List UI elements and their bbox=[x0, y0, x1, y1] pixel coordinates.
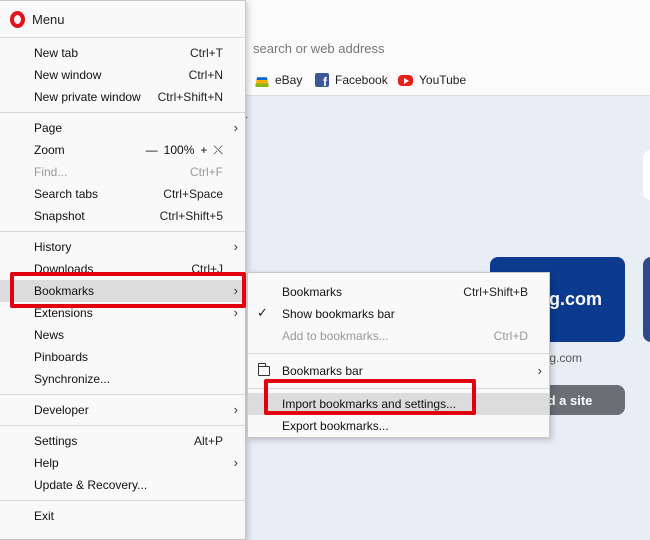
menu-item-settings[interactable]: Settings Alt+P bbox=[0, 430, 245, 452]
bookmark-ebay[interactable]: eBay bbox=[255, 72, 302, 88]
menu-item-developer[interactable]: Developer › bbox=[0, 399, 245, 421]
chevron-right-icon: › bbox=[233, 239, 238, 254]
menu-item-exit[interactable]: Exit bbox=[0, 505, 245, 527]
menu-item-label: Developer bbox=[34, 403, 89, 417]
opera-logo-icon bbox=[10, 10, 25, 28]
menu-item-label: New private window bbox=[34, 90, 141, 104]
youtube-icon bbox=[398, 74, 413, 86]
menu-item-label: News bbox=[34, 328, 65, 342]
menu-separator bbox=[0, 231, 245, 232]
submenu-item-bookmarks[interactable]: Bookmarks Ctrl+Shift+B bbox=[248, 281, 549, 303]
address-bar[interactable]: search or web address bbox=[253, 41, 385, 56]
zoom-level[interactable]: 100% bbox=[164, 143, 195, 157]
menu-item-label: Settings bbox=[34, 434, 78, 448]
menu-item-help[interactable]: Help › bbox=[0, 452, 245, 474]
bookmark-label: Facebook bbox=[335, 73, 388, 87]
highlight-box-import bbox=[264, 379, 476, 415]
menu-title: Menu bbox=[32, 11, 65, 27]
speed-dial-tile[interactable] bbox=[643, 257, 650, 342]
menu-item-label: Exit bbox=[34, 509, 55, 523]
menu-separator bbox=[248, 353, 549, 354]
menu-item-synchronize[interactable]: Synchronize... bbox=[0, 368, 245, 390]
facebook-icon bbox=[315, 73, 329, 89]
folder-icon bbox=[257, 363, 270, 376]
menu-item-shortcut: Ctrl+T bbox=[190, 46, 223, 60]
add-site-label: d a site bbox=[547, 392, 593, 408]
menu-item-history[interactable]: History › bbox=[0, 236, 245, 258]
menu-item-shortcut: Ctrl+Shift+N bbox=[157, 90, 223, 104]
bookmark-facebook[interactable]: Facebook bbox=[315, 72, 388, 89]
menu-item-label: Update & Recovery... bbox=[34, 478, 148, 492]
ebay-icon bbox=[255, 77, 269, 87]
opera-main-menu: Menu New tab Ctrl+T New window Ctrl+N New … bbox=[0, 0, 246, 540]
submenu-item-add-to-bookmarks[interactable]: Add to bookmarks... Ctrl+D bbox=[248, 325, 549, 347]
menu-item-shortcut: Ctrl+Shift+B bbox=[463, 285, 528, 299]
menu-item-shortcut: Ctrl+Shift+5 bbox=[159, 209, 223, 223]
menu-item-zoom: Zoom — 100% + ⤬ bbox=[0, 139, 245, 161]
bookmark-youtube[interactable]: YouTube bbox=[398, 72, 466, 88]
chevron-right-icon: › bbox=[233, 455, 238, 470]
menu-item-label: Export bookmarks... bbox=[282, 419, 389, 433]
zoom-controls: — 100% + ⤬ bbox=[146, 143, 223, 158]
menu-item-label: Synchronize... bbox=[34, 372, 111, 386]
zoom-out-button[interactable]: — bbox=[146, 143, 158, 157]
menu-item-shortcut: Ctrl+D bbox=[493, 329, 528, 343]
menu-item-label: Zoom bbox=[34, 143, 65, 157]
menu-item-label: History bbox=[34, 240, 72, 254]
chevron-right-icon: › bbox=[537, 363, 542, 378]
bookmark-label: eBay bbox=[275, 73, 303, 87]
zoom-in-button[interactable]: + bbox=[200, 143, 207, 157]
menu-item-page[interactable]: Page › bbox=[0, 117, 245, 139]
menu-item-label: Find... bbox=[34, 165, 68, 179]
menu-separator bbox=[0, 425, 245, 426]
menu-item-find[interactable]: Find... Ctrl+F bbox=[0, 161, 245, 183]
chevron-right-icon: › bbox=[233, 120, 238, 135]
background-card bbox=[643, 150, 650, 200]
menu-item-new-private-window[interactable]: New private window Ctrl+Shift+N bbox=[0, 86, 245, 108]
menu-item-label: New tab bbox=[34, 46, 79, 60]
menu-separator bbox=[0, 394, 245, 395]
menu-item-label: Snapshot bbox=[34, 209, 85, 223]
menu-separator bbox=[0, 500, 245, 501]
menu-item-new-tab[interactable]: New tab Ctrl+T bbox=[0, 42, 245, 64]
menu-item-label: Search tabs bbox=[34, 187, 99, 201]
bookmark-label: YouTube bbox=[419, 73, 467, 87]
highlight-box-bookmarks bbox=[10, 272, 246, 308]
submenu-item-show-bookmarks-bar[interactable]: ✓ Show bookmarks bar bbox=[248, 303, 549, 325]
menu-item-update-recovery[interactable]: Update & Recovery... bbox=[0, 474, 245, 496]
menu-item-label: Add to bookmarks... bbox=[282, 329, 389, 343]
menu-item-shortcut: Alt+P bbox=[193, 434, 223, 448]
menu-item-label: Bookmarks bbox=[282, 285, 343, 299]
menu-separator bbox=[0, 37, 245, 38]
menu-item-label: Pinboards bbox=[34, 350, 89, 364]
menu-item-shortcut: Ctrl+N bbox=[188, 68, 223, 82]
menu-item-search-tabs[interactable]: Search tabs Ctrl+Space bbox=[0, 183, 245, 205]
menu-separator bbox=[0, 112, 245, 113]
chevron-right-icon: › bbox=[233, 402, 238, 417]
menu-header[interactable]: Menu bbox=[0, 1, 245, 37]
menu-item-shortcut: Ctrl+F bbox=[190, 165, 223, 179]
menu-item-label: Show bookmarks bar bbox=[282, 307, 395, 321]
menu-item-pinboards[interactable]: Pinboards bbox=[0, 346, 245, 368]
menu-item-news[interactable]: News bbox=[0, 324, 245, 346]
menu-item-label: Extensions bbox=[34, 306, 93, 320]
menu-item-snapshot[interactable]: Snapshot Ctrl+Shift+5 bbox=[0, 205, 245, 227]
fullscreen-icon[interactable]: ⤬ bbox=[213, 143, 223, 158]
submenu-item-export-bookmarks[interactable]: Export bookmarks... bbox=[248, 415, 549, 437]
menu-item-label: New window bbox=[34, 68, 102, 82]
menu-item-new-window[interactable]: New window Ctrl+N bbox=[0, 64, 245, 86]
menu-item-label: Bookmarks bar bbox=[282, 364, 363, 378]
checkmark-icon: ✓ bbox=[257, 305, 268, 320]
menu-item-shortcut: Ctrl+Space bbox=[163, 187, 223, 201]
menu-item-label: Page bbox=[34, 121, 63, 135]
menu-item-label: Help bbox=[34, 456, 59, 470]
